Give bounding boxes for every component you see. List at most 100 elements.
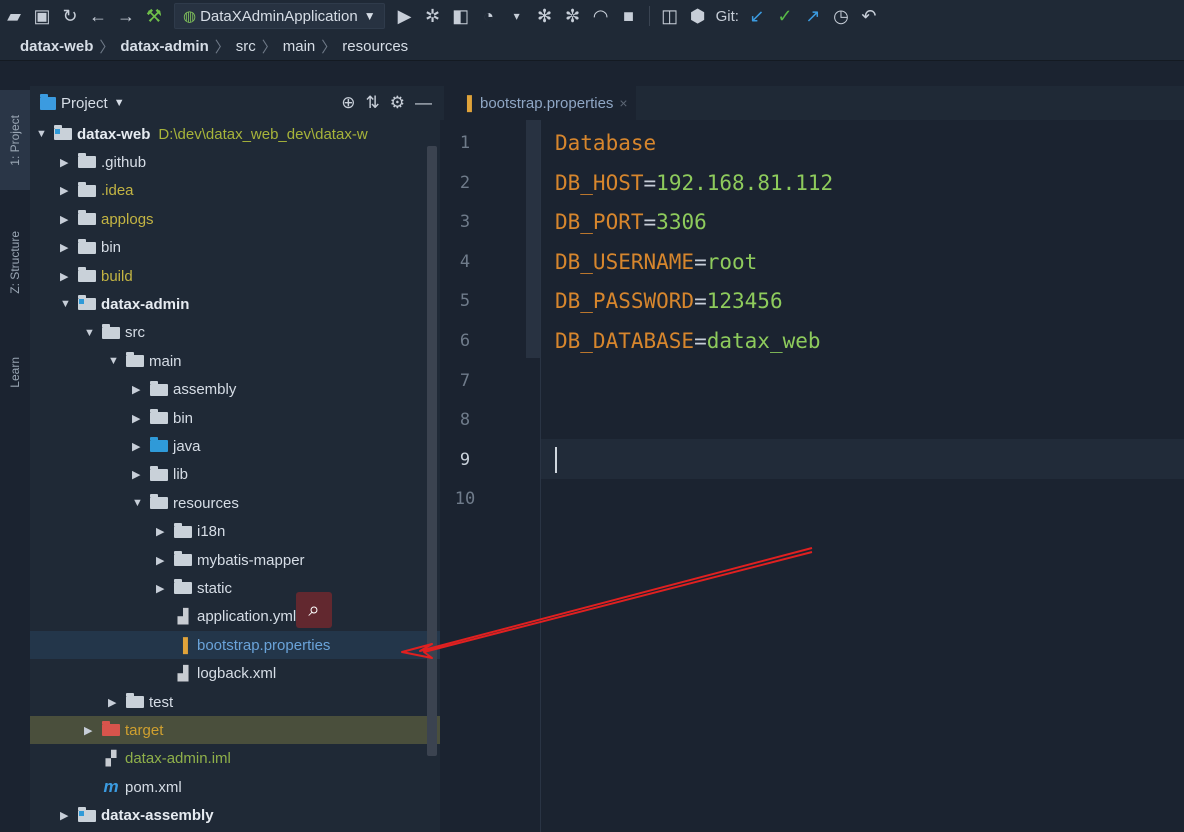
run-icon[interactable]: ▶ bbox=[391, 2, 419, 30]
history-icon[interactable]: ◷ bbox=[827, 2, 855, 30]
folder-icon bbox=[78, 181, 96, 197]
stop-icon[interactable]: ■ bbox=[615, 2, 643, 30]
expanded-arrow-icon[interactable]: ▼ bbox=[108, 355, 122, 367]
search-icon: ⌕ bbox=[296, 592, 332, 628]
collapsed-arrow-icon[interactable]: ▶ bbox=[132, 412, 146, 425]
breadcrumb-item[interactable]: datax-admin bbox=[116, 38, 212, 55]
project-path: D:\dev\datax_web_dev\datax-w bbox=[158, 125, 368, 143]
code-line: DB_DATABASE=datax_web bbox=[555, 321, 821, 361]
breadcrumb-item[interactable]: src bbox=[232, 38, 260, 55]
profile-icon[interactable]: ◔ bbox=[475, 2, 503, 30]
collapsed-arrow-icon[interactable]: ▶ bbox=[60, 809, 74, 822]
tree-item-label: bin bbox=[173, 409, 194, 427]
project-view-select[interactable]: Project bbox=[61, 95, 108, 112]
collapsed-arrow-icon[interactable]: ▶ bbox=[60, 241, 74, 254]
tab-label: bootstrap.properties bbox=[480, 94, 614, 112]
text-caret bbox=[555, 447, 557, 473]
code-line: DB_HOST=192.168.81.112 bbox=[555, 163, 833, 203]
expanded-arrow-icon[interactable]: ▼ bbox=[60, 298, 74, 310]
collapsed-arrow-icon[interactable]: ▶ bbox=[156, 525, 170, 538]
tree-item-label: build bbox=[101, 267, 133, 285]
coverage-icon[interactable]: ◧ bbox=[447, 2, 475, 30]
tree-item-applogs[interactable]: ▶ applogs bbox=[30, 205, 470, 233]
run-configuration-label: DataXAdminApplication bbox=[200, 7, 358, 25]
code-line: DB_USERNAME=root bbox=[555, 242, 757, 282]
collapse-all-icon[interactable]: ⇅ bbox=[366, 93, 380, 113]
collapsed-arrow-icon[interactable]: ▶ bbox=[60, 156, 74, 169]
tree-item-target[interactable]: ▶ target bbox=[30, 716, 494, 745]
git-update-icon[interactable]: ↙ bbox=[743, 2, 771, 30]
collapsed-arrow-icon[interactable]: ▶ bbox=[84, 724, 98, 737]
git-push-icon[interactable]: ↗ bbox=[799, 2, 827, 30]
folder-icon bbox=[174, 551, 192, 566]
tree-item-datax-assembly[interactable]: ▶ datax-assembly bbox=[30, 802, 470, 830]
collapsed-arrow-icon[interactable]: ▶ bbox=[156, 554, 170, 567]
back-icon[interactable]: ← bbox=[84, 2, 112, 30]
tree-item-bin[interactable]: ▶ bin bbox=[30, 234, 470, 262]
collapsed-arrow-icon[interactable]: ▶ bbox=[60, 184, 74, 197]
breadcrumb-item[interactable]: resources bbox=[338, 38, 412, 55]
build-hammer-icon[interactable]: ⚒ bbox=[140, 2, 168, 30]
collapsed-arrow-icon[interactable]: ▶ bbox=[60, 270, 74, 283]
folder-icon bbox=[78, 267, 96, 282]
tree-item-label: applogs bbox=[101, 210, 154, 228]
tab-learn-tool-window[interactable]: Learn bbox=[0, 342, 30, 402]
iml-file-icon: ▞ bbox=[105, 750, 117, 767]
performance-icon[interactable]: ◠ bbox=[587, 2, 615, 30]
gear-icon[interactable]: ⚙ bbox=[390, 93, 405, 113]
sync-icon[interactable]: ↻ bbox=[56, 2, 84, 30]
tree-item-label: main bbox=[149, 352, 182, 370]
close-icon[interactable]: × bbox=[619, 95, 627, 111]
tab-bootstrap-properties[interactable]: ▐ bootstrap.properties × bbox=[444, 86, 636, 120]
breadcrumb-item[interactable]: main bbox=[279, 38, 320, 55]
more-run-options-icon[interactable]: ▾ bbox=[503, 2, 531, 30]
structure-tool-window-label: Z: Structure bbox=[8, 230, 22, 294]
property-separator: = bbox=[694, 249, 707, 274]
project-panel: Project ▼ ⊕ ⇅ ⚙ — ▼ datax-web D:\dev\datax… bbox=[30, 86, 566, 832]
toolbar-separator bbox=[648, 6, 650, 26]
open-folder-icon[interactable]: ▰ bbox=[0, 2, 28, 30]
learn-tool-window-label: Learn bbox=[8, 356, 22, 388]
collapsed-arrow-icon[interactable]: ▶ bbox=[60, 213, 74, 226]
debug-tests-icon[interactable]: ✼ bbox=[559, 2, 587, 30]
expanded-arrow-icon[interactable]: ▼ bbox=[84, 327, 98, 339]
run-configuration-select[interactable]: ◍ DataXAdminApplication ▼ bbox=[174, 3, 385, 29]
locate-file-icon[interactable]: ⊕ bbox=[341, 93, 355, 113]
expanded-arrow-icon[interactable]: ▼ bbox=[132, 497, 146, 509]
tree-item-datax-web[interactable]: ▼ datax-web D:\dev\datax_web_dev\datax-w bbox=[30, 120, 446, 148]
code-area[interactable]: Database DB_HOST=192.168.81.112 DB_PORT=33… bbox=[540, 120, 1184, 832]
tree-item-pom-xml[interactable]: m pom.xml bbox=[30, 773, 494, 801]
tree-item-datax-admin[interactable]: ▼ datax-admin bbox=[30, 290, 470, 318]
tree-item-label: datax-web bbox=[77, 125, 151, 143]
collapsed-arrow-icon[interactable]: ▶ bbox=[132, 440, 146, 453]
tree-item-build[interactable]: ▶ build bbox=[30, 262, 470, 290]
collapsed-arrow-icon[interactable]: ▶ bbox=[156, 582, 170, 595]
sdk-icon[interactable]: ⬢ bbox=[684, 2, 712, 30]
attach-debugger-icon[interactable]: ✻ bbox=[531, 2, 559, 30]
git-commit-icon[interactable]: ✓ bbox=[771, 2, 799, 30]
property-separator: = bbox=[643, 170, 657, 195]
tree-item-datax-admin-iml[interactable]: ▞ datax-admin.iml bbox=[30, 745, 494, 773]
chevron-down-icon[interactable]: ▼ bbox=[114, 97, 125, 109]
project-tree-scrollbar[interactable] bbox=[427, 146, 437, 756]
collapsed-arrow-icon[interactable]: ▶ bbox=[132, 383, 146, 396]
tree-item-github[interactable]: ▶ .github bbox=[30, 148, 470, 176]
collapsed-arrow-icon[interactable]: ▶ bbox=[108, 696, 122, 709]
editor: ▐ bootstrap.properties × 1 2 3 4 5 6 7 8 9 10 Dat… bbox=[440, 86, 1184, 832]
save-all-icon[interactable]: ▣ bbox=[28, 2, 56, 30]
breadcrumb-item[interactable]: datax-web bbox=[16, 38, 97, 55]
tab-project-tool-window[interactable]: 1: Project bbox=[0, 90, 30, 190]
tree-item-src[interactable]: ▼ src bbox=[30, 319, 494, 347]
collapsed-arrow-icon[interactable]: ▶ bbox=[132, 468, 146, 481]
debug-icon[interactable]: ✲ bbox=[419, 2, 447, 30]
hide-panel-icon[interactable]: — bbox=[415, 93, 432, 113]
property-key: DB_HOST bbox=[555, 170, 644, 195]
forward-icon[interactable]: → bbox=[112, 2, 140, 30]
tab-structure-tool-window[interactable]: Z: Structure bbox=[0, 206, 30, 318]
tree-item-idea[interactable]: ▶ .idea bbox=[30, 177, 470, 205]
expanded-arrow-icon[interactable]: ▼ bbox=[36, 128, 50, 140]
rollback-icon[interactable]: ↶ bbox=[855, 2, 883, 30]
project-structure-icon[interactable]: ◫ bbox=[656, 2, 684, 30]
tree-item-label: .github bbox=[101, 153, 147, 171]
property-value: 123456 bbox=[706, 289, 783, 314]
